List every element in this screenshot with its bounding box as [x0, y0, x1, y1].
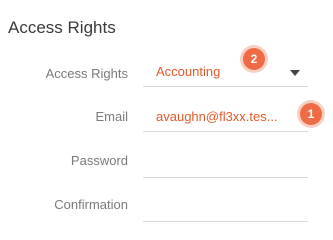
password-field[interactable] — [143, 149, 308, 178]
email-label: Email — [95, 109, 128, 124]
access-rights-label: Access Rights — [45, 66, 128, 81]
access-rights-select[interactable]: Accounting — [143, 58, 308, 87]
password-label: Password — [70, 153, 128, 168]
chevron-down-icon[interactable] — [290, 70, 300, 76]
email-field[interactable]: avaughn@fl3xx.tes... — [143, 103, 308, 132]
step-badge-2: 2 — [243, 48, 265, 70]
step-badge-1: 1 — [300, 103, 322, 125]
access-rights-value: Accounting — [156, 64, 221, 79]
confirmation-label: Confirmation — [54, 197, 128, 212]
confirmation-field[interactable] — [143, 193, 308, 222]
section-title: Access Rights — [8, 18, 116, 37]
email-value: avaughn@fl3xx.tes... — [156, 109, 278, 124]
